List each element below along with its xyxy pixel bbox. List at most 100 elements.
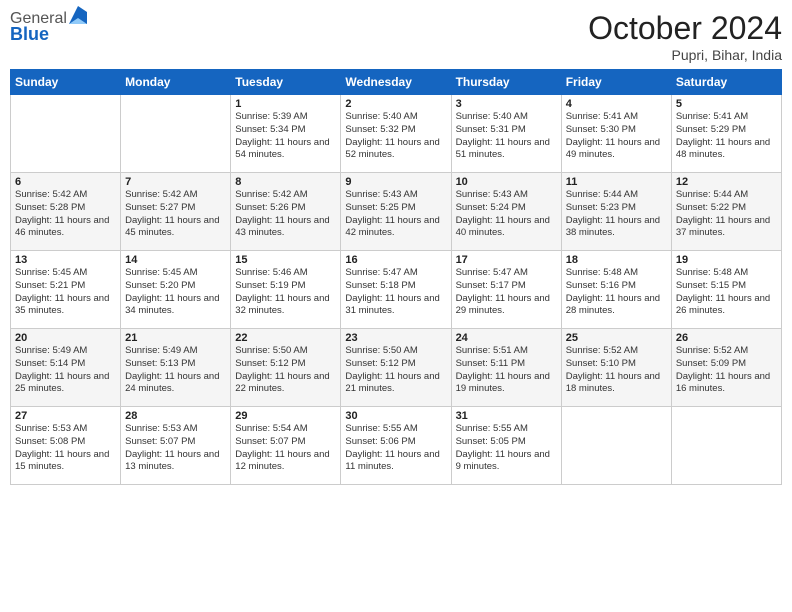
- calendar-cell: 21Sunrise: 5:49 AMSunset: 5:13 PMDayligh…: [121, 329, 231, 407]
- day-detail: Sunrise: 5:55 AMSunset: 5:06 PMDaylight:…: [345, 423, 439, 472]
- day-number: 11: [566, 176, 667, 188]
- day-number: 31: [456, 410, 557, 422]
- day-detail: Sunrise: 5:48 AMSunset: 5:15 PMDaylight:…: [676, 267, 770, 316]
- month-title: October 2024: [588, 10, 782, 47]
- day-detail: Sunrise: 5:45 AMSunset: 5:20 PMDaylight:…: [125, 267, 219, 316]
- calendar-cell: 22Sunrise: 5:50 AMSunset: 5:12 PMDayligh…: [231, 329, 341, 407]
- day-number: 29: [235, 410, 336, 422]
- day-detail: Sunrise: 5:49 AMSunset: 5:14 PMDaylight:…: [15, 345, 109, 394]
- day-detail: Sunrise: 5:41 AMSunset: 5:30 PMDaylight:…: [566, 111, 660, 160]
- day-detail: Sunrise: 5:42 AMSunset: 5:27 PMDaylight:…: [125, 189, 219, 238]
- day-number: 26: [676, 332, 777, 344]
- day-detail: Sunrise: 5:49 AMSunset: 5:13 PMDaylight:…: [125, 345, 219, 394]
- day-detail: Sunrise: 5:43 AMSunset: 5:24 PMDaylight:…: [456, 189, 550, 238]
- day-detail: Sunrise: 5:46 AMSunset: 5:19 PMDaylight:…: [235, 267, 329, 316]
- calendar-cell: 12Sunrise: 5:44 AMSunset: 5:22 PMDayligh…: [671, 173, 781, 251]
- day-number: 3: [456, 98, 557, 110]
- calendar-cell: 6Sunrise: 5:42 AMSunset: 5:28 PMDaylight…: [11, 173, 121, 251]
- header: General Blue October 2024 Pupri, Bihar, …: [10, 10, 782, 63]
- day-number: 27: [15, 410, 116, 422]
- calendar-cell: 8Sunrise: 5:42 AMSunset: 5:26 PMDaylight…: [231, 173, 341, 251]
- day-number: 17: [456, 254, 557, 266]
- calendar-cell: [561, 407, 671, 485]
- calendar-week-4: 20Sunrise: 5:49 AMSunset: 5:14 PMDayligh…: [11, 329, 782, 407]
- day-number: 25: [566, 332, 667, 344]
- calendar-cell: [11, 95, 121, 173]
- calendar-cell: 20Sunrise: 5:49 AMSunset: 5:14 PMDayligh…: [11, 329, 121, 407]
- day-detail: Sunrise: 5:43 AMSunset: 5:25 PMDaylight:…: [345, 189, 439, 238]
- calendar-header-row: SundayMondayTuesdayWednesdayThursdayFrid…: [11, 70, 782, 95]
- logo-icon: [69, 6, 87, 24]
- calendar-cell: 30Sunrise: 5:55 AMSunset: 5:06 PMDayligh…: [341, 407, 451, 485]
- day-number: 10: [456, 176, 557, 188]
- day-number: 23: [345, 332, 446, 344]
- day-number: 19: [676, 254, 777, 266]
- calendar-cell: 26Sunrise: 5:52 AMSunset: 5:09 PMDayligh…: [671, 329, 781, 407]
- weekday-header-friday: Friday: [561, 70, 671, 95]
- calendar-week-1: 1Sunrise: 5:39 AMSunset: 5:34 PMDaylight…: [11, 95, 782, 173]
- day-number: 16: [345, 254, 446, 266]
- logo-blue-text: Blue: [10, 24, 87, 45]
- day-number: 28: [125, 410, 226, 422]
- calendar-cell: 7Sunrise: 5:42 AMSunset: 5:27 PMDaylight…: [121, 173, 231, 251]
- day-number: 5: [676, 98, 777, 110]
- day-number: 15: [235, 254, 336, 266]
- calendar-cell: 24Sunrise: 5:51 AMSunset: 5:11 PMDayligh…: [451, 329, 561, 407]
- logo: General Blue: [10, 10, 87, 45]
- calendar-cell: 1Sunrise: 5:39 AMSunset: 5:34 PMDaylight…: [231, 95, 341, 173]
- calendar-cell: 29Sunrise: 5:54 AMSunset: 5:07 PMDayligh…: [231, 407, 341, 485]
- day-detail: Sunrise: 5:40 AMSunset: 5:31 PMDaylight:…: [456, 111, 550, 160]
- day-number: 14: [125, 254, 226, 266]
- location: Pupri, Bihar, India: [588, 47, 782, 63]
- day-number: 18: [566, 254, 667, 266]
- day-number: 6: [15, 176, 116, 188]
- calendar-cell: [121, 95, 231, 173]
- calendar-cell: 15Sunrise: 5:46 AMSunset: 5:19 PMDayligh…: [231, 251, 341, 329]
- day-detail: Sunrise: 5:42 AMSunset: 5:26 PMDaylight:…: [235, 189, 329, 238]
- calendar-week-2: 6Sunrise: 5:42 AMSunset: 5:28 PMDaylight…: [11, 173, 782, 251]
- title-section: October 2024 Pupri, Bihar, India: [588, 10, 782, 63]
- day-number: 13: [15, 254, 116, 266]
- calendar-cell: 25Sunrise: 5:52 AMSunset: 5:10 PMDayligh…: [561, 329, 671, 407]
- calendar-cell: 18Sunrise: 5:48 AMSunset: 5:16 PMDayligh…: [561, 251, 671, 329]
- day-detail: Sunrise: 5:53 AMSunset: 5:07 PMDaylight:…: [125, 423, 219, 472]
- day-number: 20: [15, 332, 116, 344]
- calendar-cell: 31Sunrise: 5:55 AMSunset: 5:05 PMDayligh…: [451, 407, 561, 485]
- day-detail: Sunrise: 5:40 AMSunset: 5:32 PMDaylight:…: [345, 111, 439, 160]
- day-detail: Sunrise: 5:55 AMSunset: 5:05 PMDaylight:…: [456, 423, 550, 472]
- day-number: 30: [345, 410, 446, 422]
- calendar-week-3: 13Sunrise: 5:45 AMSunset: 5:21 PMDayligh…: [11, 251, 782, 329]
- day-detail: Sunrise: 5:45 AMSunset: 5:21 PMDaylight:…: [15, 267, 109, 316]
- calendar-cell: 16Sunrise: 5:47 AMSunset: 5:18 PMDayligh…: [341, 251, 451, 329]
- calendar-cell: 9Sunrise: 5:43 AMSunset: 5:25 PMDaylight…: [341, 173, 451, 251]
- weekday-header-monday: Monday: [121, 70, 231, 95]
- calendar-cell: 14Sunrise: 5:45 AMSunset: 5:20 PMDayligh…: [121, 251, 231, 329]
- day-detail: Sunrise: 5:42 AMSunset: 5:28 PMDaylight:…: [15, 189, 109, 238]
- day-number: 9: [345, 176, 446, 188]
- calendar-cell: 5Sunrise: 5:41 AMSunset: 5:29 PMDaylight…: [671, 95, 781, 173]
- calendar-cell: 19Sunrise: 5:48 AMSunset: 5:15 PMDayligh…: [671, 251, 781, 329]
- day-detail: Sunrise: 5:50 AMSunset: 5:12 PMDaylight:…: [345, 345, 439, 394]
- calendar-cell: [671, 407, 781, 485]
- day-detail: Sunrise: 5:52 AMSunset: 5:10 PMDaylight:…: [566, 345, 660, 394]
- calendar-cell: 17Sunrise: 5:47 AMSunset: 5:17 PMDayligh…: [451, 251, 561, 329]
- calendar-week-5: 27Sunrise: 5:53 AMSunset: 5:08 PMDayligh…: [11, 407, 782, 485]
- day-detail: Sunrise: 5:52 AMSunset: 5:09 PMDaylight:…: [676, 345, 770, 394]
- calendar-cell: 13Sunrise: 5:45 AMSunset: 5:21 PMDayligh…: [11, 251, 121, 329]
- day-detail: Sunrise: 5:39 AMSunset: 5:34 PMDaylight:…: [235, 111, 329, 160]
- day-number: 7: [125, 176, 226, 188]
- day-detail: Sunrise: 5:51 AMSunset: 5:11 PMDaylight:…: [456, 345, 550, 394]
- weekday-header-wednesday: Wednesday: [341, 70, 451, 95]
- day-detail: Sunrise: 5:47 AMSunset: 5:17 PMDaylight:…: [456, 267, 550, 316]
- calendar-cell: 23Sunrise: 5:50 AMSunset: 5:12 PMDayligh…: [341, 329, 451, 407]
- weekday-header-thursday: Thursday: [451, 70, 561, 95]
- weekday-header-saturday: Saturday: [671, 70, 781, 95]
- calendar-cell: 10Sunrise: 5:43 AMSunset: 5:24 PMDayligh…: [451, 173, 561, 251]
- day-detail: Sunrise: 5:41 AMSunset: 5:29 PMDaylight:…: [676, 111, 770, 160]
- calendar-cell: 11Sunrise: 5:44 AMSunset: 5:23 PMDayligh…: [561, 173, 671, 251]
- day-detail: Sunrise: 5:50 AMSunset: 5:12 PMDaylight:…: [235, 345, 329, 394]
- day-detail: Sunrise: 5:47 AMSunset: 5:18 PMDaylight:…: [345, 267, 439, 316]
- calendar-table: SundayMondayTuesdayWednesdayThursdayFrid…: [10, 69, 782, 485]
- calendar-cell: 2Sunrise: 5:40 AMSunset: 5:32 PMDaylight…: [341, 95, 451, 173]
- calendar-cell: 28Sunrise: 5:53 AMSunset: 5:07 PMDayligh…: [121, 407, 231, 485]
